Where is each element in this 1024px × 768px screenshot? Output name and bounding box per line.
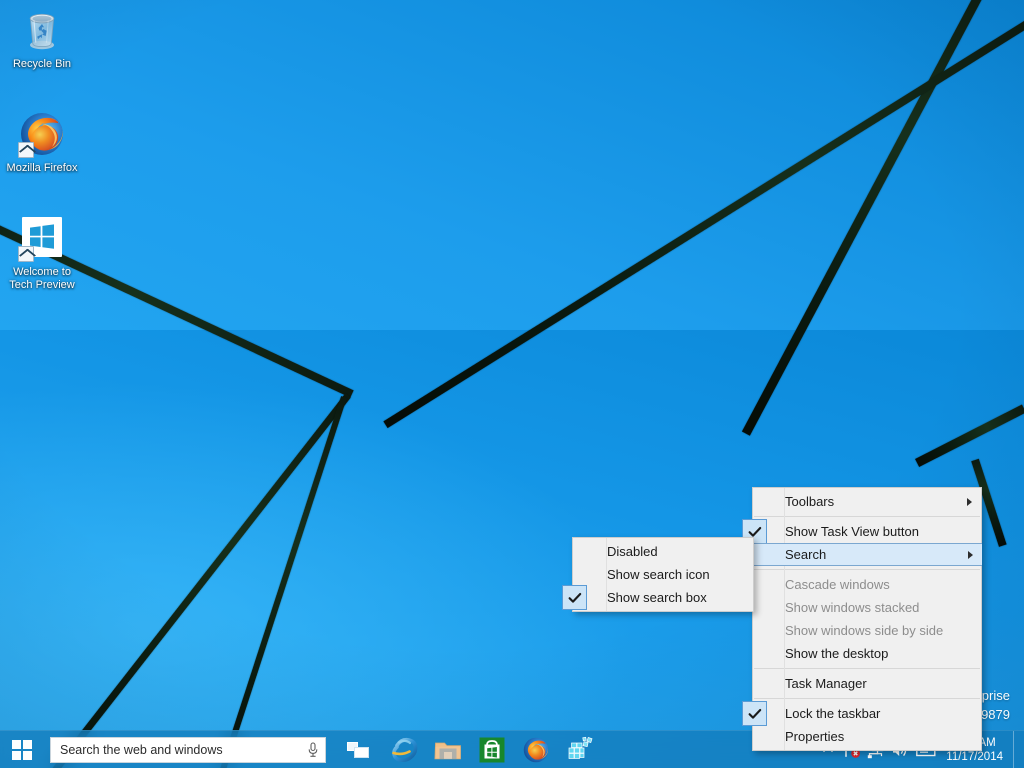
- wallpaper-strut: [383, 18, 1024, 429]
- menu-item-label: Disabled: [607, 544, 658, 559]
- taskbar-button-file-explorer[interactable]: [426, 731, 470, 768]
- menu-item-show-search-box[interactable]: Show search box: [562, 585, 753, 610]
- menu-separator: [754, 698, 980, 699]
- menu-item-label: Show search box: [607, 590, 707, 605]
- recycle-bin-icon: [18, 6, 66, 54]
- menu-item-cascade-windows: Cascade windows: [753, 573, 981, 596]
- menu-item-list: Disabled Show search icon Show search box: [562, 540, 753, 610]
- shortcut-overlay-icon: [18, 142, 34, 158]
- search-placeholder: Search the web and windows: [60, 742, 223, 757]
- windows-start-icon: [12, 739, 32, 760]
- store-bag-icon: [479, 737, 505, 762]
- blue-cube-icon: [568, 736, 593, 759]
- shortcut-overlay-icon: [18, 246, 34, 262]
- desktop-screen: Recycle Bin Mozilla Firefox Welcome to T…: [0, 0, 1024, 768]
- internet-explorer-icon: [392, 737, 418, 762]
- menu-item-label: Show search icon: [607, 567, 710, 582]
- menu-item-label: Properties: [785, 729, 845, 744]
- menu-item-label: Search: [785, 547, 827, 562]
- wallpaper-strut: [208, 396, 347, 768]
- wallpaper-wash-top: [0, 0, 1024, 430]
- search-input[interactable]: Search the web and windows: [50, 736, 326, 763]
- taskbar-button-store[interactable]: [470, 731, 514, 768]
- menu-item-label: Show the desktop: [785, 646, 889, 661]
- menu-item-lock-the-taskbar[interactable]: Lock the taskbar: [742, 701, 981, 726]
- submenu-arrow-icon: [967, 497, 972, 506]
- clock-date: 11/17/2014: [946, 750, 1003, 763]
- folder-icon: [434, 742, 461, 759]
- desktop-icon-recycle-bin[interactable]: Recycle Bin: [3, 6, 81, 71]
- show-desktop-button[interactable]: [1013, 730, 1020, 768]
- menu-item-checkbox: [742, 701, 767, 726]
- menu-separator: [754, 516, 980, 517]
- desktop-icon-welcome-to-tech-preview[interactable]: Welcome to Tech Preview: [3, 214, 81, 291]
- menu-item-properties[interactable]: Properties: [753, 725, 981, 748]
- menu-item-disabled[interactable]: Disabled: [573, 540, 753, 563]
- menu-item-task-manager[interactable]: Task Manager: [753, 672, 981, 695]
- taskbar-button-task-view[interactable]: [338, 731, 382, 768]
- wallpaper-strut: [25, 393, 351, 768]
- desktop-icon-label: Mozilla Firefox: [6, 162, 78, 174]
- submenu-arrow-icon: [968, 550, 973, 559]
- menu-item-label: Show Task View button: [785, 524, 919, 539]
- taskbar-button-cube-app[interactable]: [558, 731, 602, 768]
- start-button[interactable]: [0, 731, 44, 768]
- wallpaper-glow: [0, 380, 640, 768]
- menu-item-show-the-desktop[interactable]: Show the desktop: [753, 642, 981, 665]
- wallpaper-strut: [915, 404, 1024, 467]
- search-submenu: Disabled Show search icon Show search box: [562, 537, 754, 612]
- menu-item-label: Cascade windows: [785, 577, 890, 592]
- menu-item-label: Lock the taskbar: [785, 706, 881, 721]
- menu-item-checkbox: [562, 585, 587, 610]
- taskbar-button-firefox[interactable]: [514, 731, 558, 768]
- menu-item-list: Toolbars Show Task View button Search Casca…: [742, 490, 982, 748]
- menu-item-label: Task Manager: [785, 676, 867, 691]
- taskbar-context-menu: Toolbars Show Task View button Search Casca…: [742, 487, 982, 751]
- menu-separator: [754, 569, 980, 570]
- windows-logo-icon: [18, 214, 66, 262]
- menu-item-show-windows-side-by-side: Show windows side by side: [753, 619, 981, 642]
- desktop-icon-label: Welcome to Tech Preview: [9, 266, 75, 291]
- menu-item-search[interactable]: Search: [752, 543, 982, 566]
- task-view-icon: [347, 741, 369, 758]
- firefox-icon: [523, 737, 549, 762]
- microphone-icon[interactable]: [305, 741, 321, 759]
- checkmark-icon: [568, 592, 581, 603]
- menu-item-show-task-view-button[interactable]: Show Task View button: [742, 519, 981, 544]
- menu-item-toolbars[interactable]: Toolbars: [753, 490, 981, 513]
- menu-item-show-windows-stacked: Show windows stacked: [753, 596, 981, 619]
- desktop-icon-mozilla-firefox[interactable]: Mozilla Firefox: [3, 110, 81, 175]
- menu-item-label: Show windows side by side: [785, 623, 944, 638]
- menu-item-label: Toolbars: [785, 494, 835, 509]
- firefox-icon: [18, 110, 66, 158]
- desktop-icon-label: Recycle Bin: [12, 58, 72, 70]
- checkmark-icon: [748, 708, 761, 719]
- menu-separator: [754, 668, 980, 669]
- menu-item-show-search-icon[interactable]: Show search icon: [573, 563, 753, 586]
- taskbar-button-internet-explorer[interactable]: [382, 731, 426, 768]
- menu-item-label: Show windows stacked: [785, 600, 920, 615]
